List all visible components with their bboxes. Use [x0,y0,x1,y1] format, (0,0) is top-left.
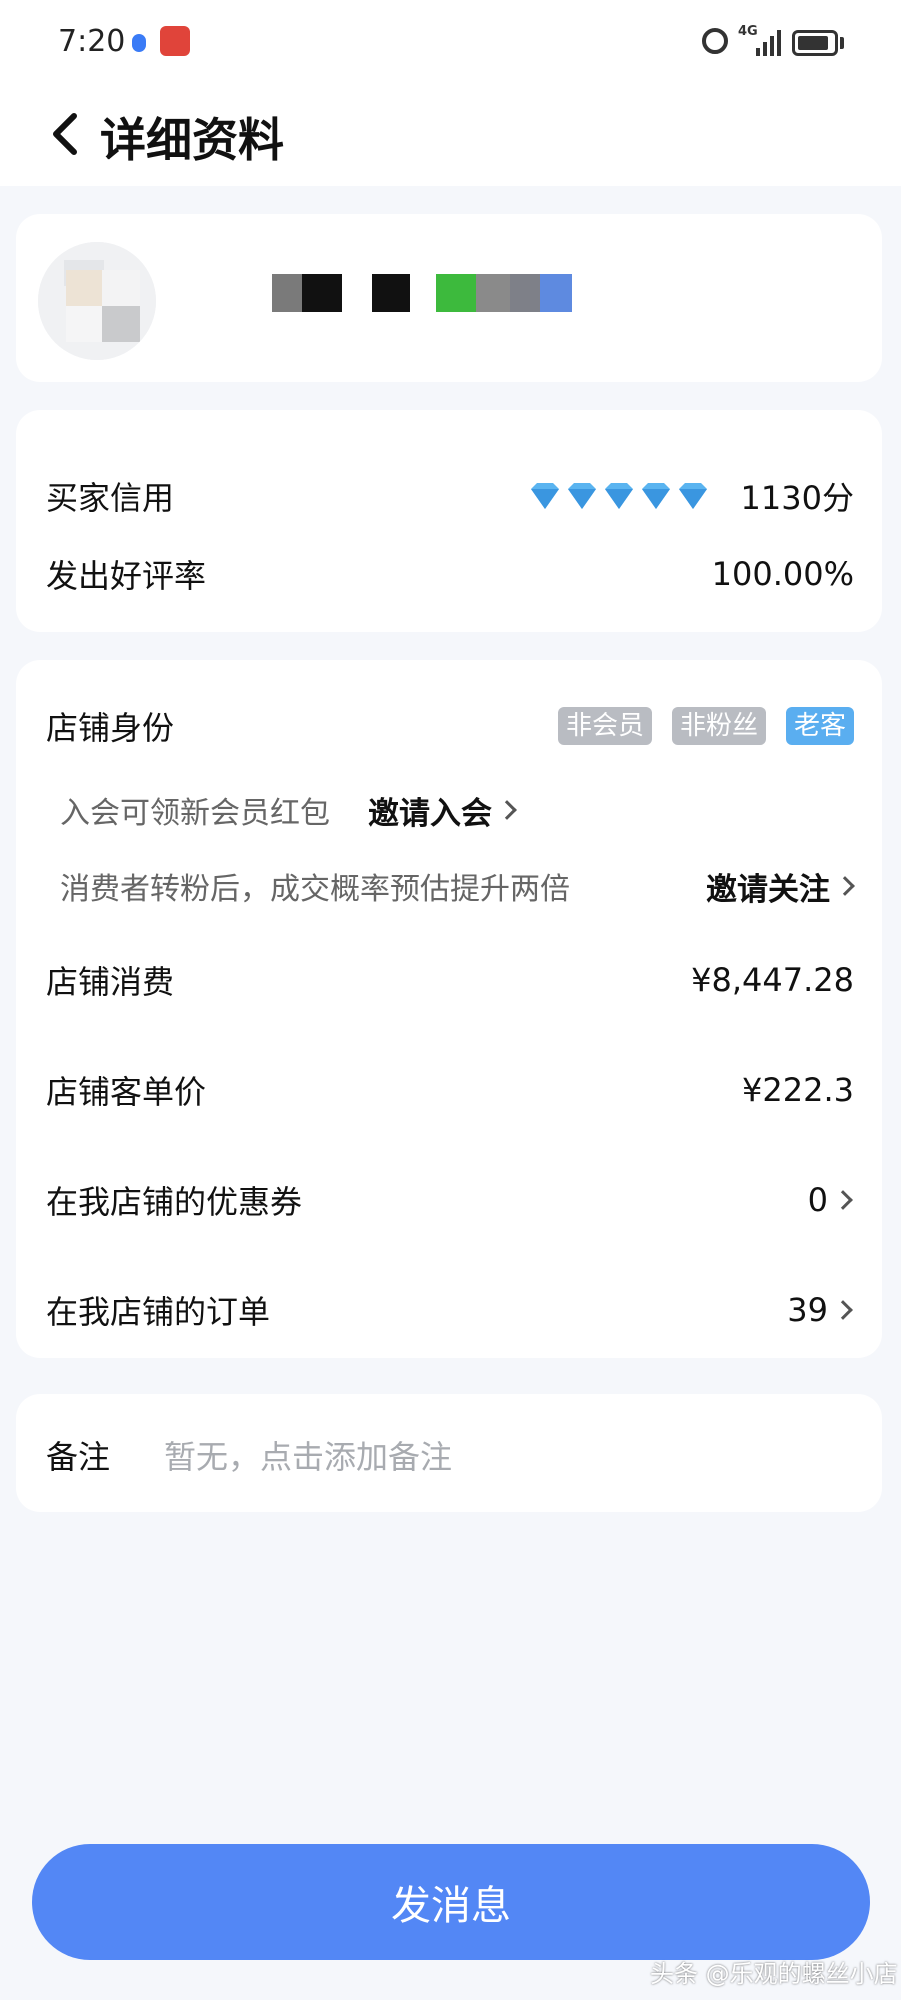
coupon-label: 在我店铺的优惠券 [46,1183,303,1221]
chevron-right-icon [835,876,855,896]
orders-row[interactable]: 在我店铺的订单 39 [46,1280,854,1340]
back-arrow-icon[interactable] [44,106,90,162]
fan-invite-row: 消费者转粉后，成交概率预估提升两倍 邀请关注 [60,858,856,914]
diamond-icon [530,483,559,509]
shop-identity-label: 店铺身份 [46,709,175,747]
note-label: 备注 [46,1438,111,1476]
avg-price-value: ¥222.3 [742,1071,854,1109]
profile-card [16,214,882,382]
good-review-value: 100.00% [711,555,854,593]
status-bar: 7:20 4G [0,0,901,86]
tag-returning-customer: 老客 [785,707,854,745]
diamond-icon [641,483,670,509]
buyer-credit-value: 1130分 [740,479,854,517]
page-header: 详细资料 [0,86,901,186]
send-message-button[interactable]: 发消息 [32,1844,870,1960]
coupon-row[interactable]: 在我店铺的优惠券 0 [46,1170,854,1230]
watermark: 头条 @乐观的螺丝小店 [650,1960,898,1988]
diamond-icon [567,483,596,509]
chevron-right-icon [833,1300,853,1320]
shop-card: 店铺身份 非会员 非粉丝 老客 入会可领新会员红包 邀请入会 消费者转粉后，成交… [16,660,882,1358]
orders-value: 39 [787,1291,828,1329]
signal-icon [756,28,782,56]
identity-tags: 非会员 非粉丝 老客 [538,707,854,745]
credit-diamonds [526,481,711,511]
member-hint: 入会可领新会员红包 [60,796,330,831]
orders-label: 在我店铺的订单 [46,1293,271,1331]
shop-spend-row: 店铺消费 ¥8,447.28 [46,950,854,1010]
fan-hint: 消费者转粉后，成交概率预估提升两倍 [60,872,570,907]
alarm-icon [702,28,728,54]
notification-dot-icon [132,34,146,52]
good-review-label: 发出好评率 [46,557,207,595]
app-notification-icon [160,26,190,56]
note-input[interactable]: 暂无，点击添加备注 [164,1432,452,1478]
shop-identity-row: 店铺身份 非会员 非粉丝 老客 [46,696,854,756]
diamond-icon [678,483,707,509]
chevron-right-icon [497,800,517,820]
note-card[interactable]: 备注 暂无，点击添加备注 [16,1394,882,1512]
diamond-icon [604,483,633,509]
battery-icon [792,30,838,56]
tag-non-member: 非会员 [557,707,652,745]
coupon-value: 0 [807,1181,828,1219]
tag-non-fan: 非粉丝 [671,707,766,745]
avatar[interactable] [38,242,156,360]
chevron-right-icon [833,1190,853,1210]
invite-follow-button[interactable]: 邀请关注 [706,864,856,909]
status-time: 7:20 [58,24,126,59]
buyer-credit-label: 买家信用 [46,479,175,517]
buyer-credit-row: 买家信用 1130分 [46,466,854,526]
member-invite-row: 入会可领新会员红包 邀请入会 [60,782,856,838]
avg-price-label: 店铺客单价 [46,1073,207,1111]
shop-spend-value: ¥8,447.28 [691,961,854,999]
good-review-row: 发出好评率 100.00% [46,544,854,604]
battery-tip [840,37,844,49]
avg-price-row: 店铺客单价 ¥222.3 [46,1060,854,1120]
shop-spend-label: 店铺消费 [46,963,175,1001]
network-type: 4G [738,24,758,39]
credit-card: 买家信用 1130分 发出好评率 100.00% [16,410,882,632]
page-title: 详细资料 [100,113,284,167]
nickname-redacted [272,274,642,312]
invite-member-button[interactable]: 邀请入会 [368,788,518,833]
